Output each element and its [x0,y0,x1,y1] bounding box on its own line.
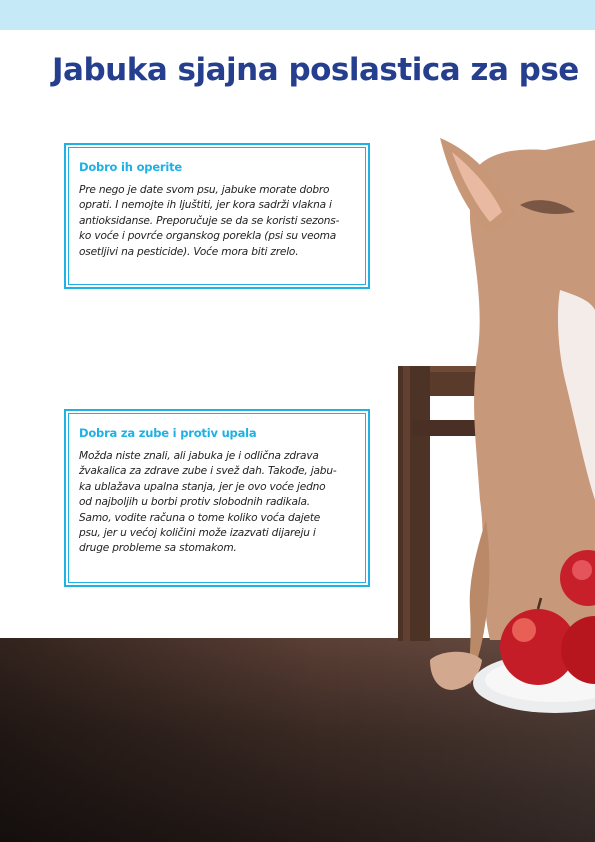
card-heading: Dobra za zube i protiv upala [79,426,257,440]
text-line: od najboljih u borbi protiv slobodnih ra… [79,496,310,509]
text-line: ko voće i povrće organskog porekla (psi … [79,230,337,243]
text-line: druge probleme sa stomakom. [79,542,237,555]
card-heading: Dobro ih operite [79,160,183,174]
text-line: osetljivi na pesticide). Voće mora biti … [79,245,299,258]
card-teeth-inflammation: Dobra za zube i protiv upala Možda niste… [64,409,370,587]
card-wash-apples: Dobro ih operite Pre nego je date svom p… [64,143,370,289]
text-line: Pre nego je date svom psu, jabuke morate… [79,184,330,196]
card-body: Pre nego je date svom psu, jabuke morate… [79,183,361,260]
text-line: psu, jer u većoj količini može izazvati … [79,527,316,540]
text-line: Samo, vodite računa o tome koliko voća d… [79,511,321,524]
text-line: žvakalica za zdrave zube i svež dah. Tak… [79,465,337,478]
text-line: antioksidanse. Preporučuje se da se kori… [79,214,340,227]
card-body: Možda niste znali, ali jabuka je i odlič… [79,449,361,557]
dog-illustration [430,138,595,690]
text-line: Možda niste znali, ali jabuka je i odlič… [79,450,319,462]
text-line: oprati. I nemojte ih ljuštiti, jer kora … [79,199,332,212]
text-line: ka ublažava upalna stanja, jer je ovo vo… [79,480,326,493]
